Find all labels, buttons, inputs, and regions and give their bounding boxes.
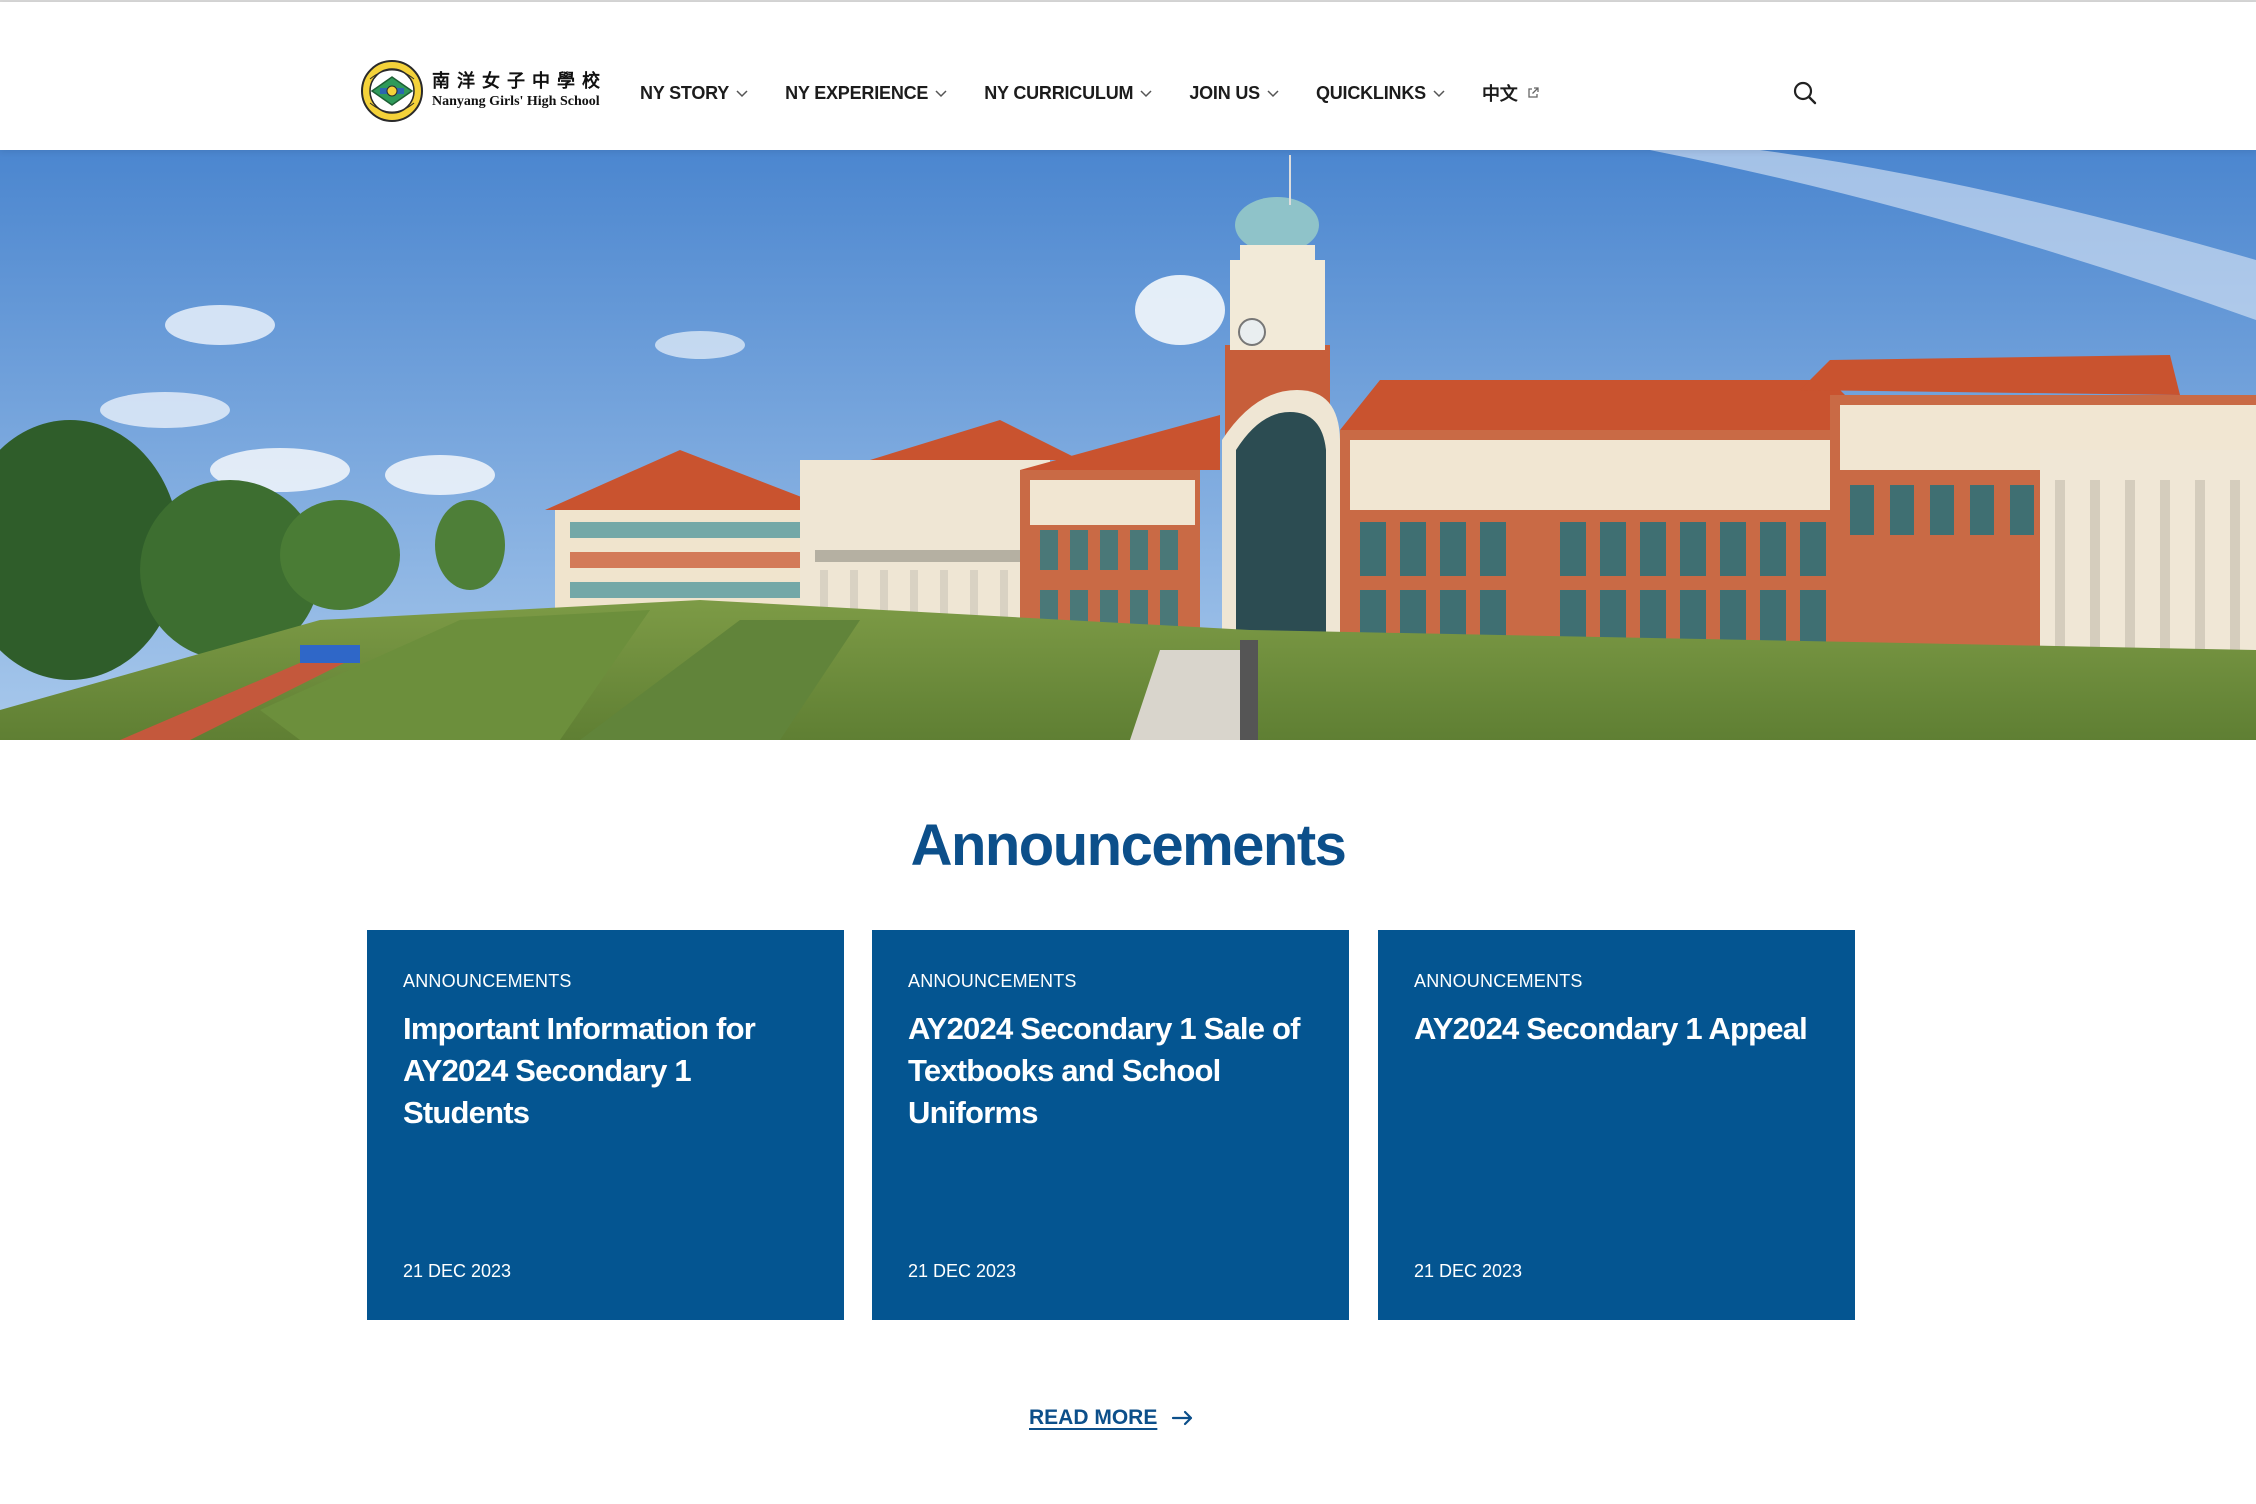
hero-banner [0,150,2256,740]
nav-item-join-us[interactable]: JOIN US [1189,83,1280,104]
nav-item-ny-curriculum[interactable]: NY CURRICULUM [984,83,1153,104]
nav-item-label: QUICKLINKS [1315,82,1426,103]
site-header: 南洋女子中學校 Nanyang Girls' High School NY ST… [0,2,2256,150]
search-icon[interactable] [1792,80,1818,106]
read-more-link[interactable]: READ MORE [1029,1406,1195,1430]
nav-item-chinese[interactable]: 中文 [1482,80,1540,106]
school-logo[interactable]: 南洋女子中學校 Nanyang Girls' High School [360,56,600,126]
nav-item-ny-experience[interactable]: NY EXPERIENCE [785,83,948,104]
card-title[interactable]: Important Information for AY2024 Seconda… [403,1008,808,1134]
nav-item-label: NY EXPERIENCE [785,82,929,103]
main-nav: NY STORY NY EXPERIENCE NY CURRICULUM JOI… [640,78,1576,108]
nav-item-label: 中文 [1481,84,1518,104]
school-campus-photo [0,150,2256,740]
card-title[interactable]: AY2024 Secondary 1 Appeal [1414,1008,1819,1050]
chevron-down-icon [935,90,947,98]
nav-item-quicklinks[interactable]: QUICKLINKS [1316,83,1446,104]
chevron-down-icon [736,90,748,98]
announcement-card[interactable]: ANNOUNCEMENTS AY2024 Secondary 1 Sale of… [872,930,1349,1320]
logo-english-name: Nanyang Girls' High School [432,94,600,109]
nav-item-label: NY STORY [640,82,730,103]
chevron-down-icon [1140,90,1152,98]
announcement-card[interactable]: ANNOUNCEMENTS AY2024 Secondary 1 Appeal … [1378,930,1855,1320]
nav-item-label: JOIN US [1189,82,1260,103]
card-date: 21 DEC 2023 [403,1261,512,1281]
chevron-down-icon [1267,90,1279,98]
card-title[interactable]: AY2024 Secondary 1 Sale of Textbooks and… [908,1008,1313,1134]
announcements-cards: ANNOUNCEMENTS Important Information for … [367,930,1857,1320]
card-date: 21 DEC 2023 [1414,1261,1523,1281]
card-date: 21 DEC 2023 [908,1261,1017,1281]
read-more-label: READ MORE [1029,1406,1158,1429]
card-category: ANNOUNCEMENTS [403,971,572,991]
announcements-heading: Announcements [910,813,1347,878]
card-category: ANNOUNCEMENTS [1414,971,1583,991]
nav-item-ny-story[interactable]: NY STORY [640,83,749,104]
card-category: ANNOUNCEMENTS [908,971,1077,991]
chevron-down-icon [1433,90,1445,98]
school-crest-icon [361,60,423,122]
logo-chinese-name: 南洋女子中學校 [432,71,607,92]
announcement-card[interactable]: ANNOUNCEMENTS Important Information for … [367,930,844,1320]
arrow-right-icon [1172,1410,1193,1426]
external-link-icon [1527,87,1539,98]
nav-item-label: NY CURRICULUM [984,82,1134,103]
